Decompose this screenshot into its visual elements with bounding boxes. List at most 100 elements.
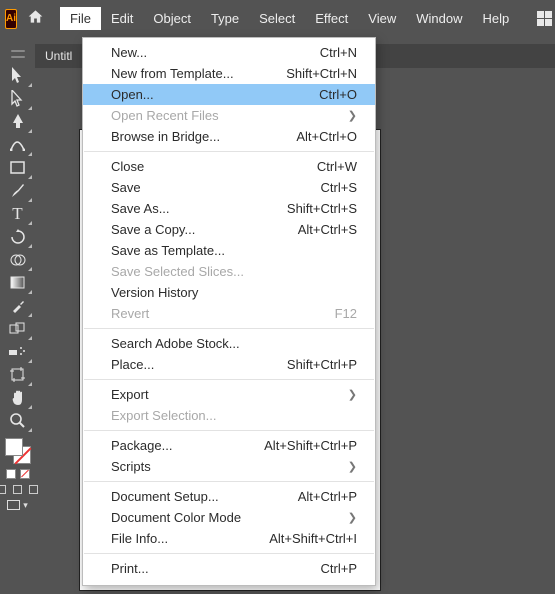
fill-stroke-swatches[interactable] [3,436,33,466]
menuitem-shortcut: Ctrl+S [321,180,357,195]
menuitem-label: Open Recent Files [111,108,219,123]
screen-mode-button[interactable]: ▾ [7,500,28,511]
menuitem-save-a-copy[interactable]: Save a Copy...Alt+Ctrl+S [83,219,375,240]
menuitem-version-history[interactable]: Version History [83,282,375,303]
menu-separator [84,151,374,152]
menuitem-label: Package... [111,438,172,453]
tool-gradient[interactable] [3,271,33,294]
menuitem-browse-in-bridge[interactable]: Browse in Bridge...Alt+Ctrl+O [83,126,375,147]
menuitem-save[interactable]: Save Ctrl+S [83,177,375,198]
menuitem-shortcut: Ctrl+P [321,561,357,576]
menu-select[interactable]: Select [249,7,305,30]
menuitem-close[interactable]: CloseCtrl+W [83,156,375,177]
menuitem-shortcut: Alt+Ctrl+S [298,222,357,237]
menuitem-shortcut: Alt+Shift+Ctrl+I [269,531,357,546]
menuitem-place[interactable]: Place... Shift+Ctrl+P [83,354,375,375]
menuitem-shortcut: Shift+Ctrl+N [286,66,357,81]
home-icon[interactable] [27,9,44,29]
toolbox-grip-icon[interactable] [11,56,25,58]
menuitem-shortcut: Ctrl+N [320,45,357,60]
menuitem-revert: Revert F12 [83,303,375,324]
menuitem-label: New... [111,45,147,60]
menuitem-file-info[interactable]: File Info... Alt+Shift+Ctrl+I [83,528,375,549]
submenu-arrow-icon: ❯ [348,388,357,401]
tool-artboard[interactable] [3,363,33,386]
tool-curvature[interactable] [3,133,33,156]
menuitem-save-selected-slices: Save Selected Slices... [83,261,375,282]
menu-view[interactable]: View [358,7,406,30]
menuitem-save-as-template[interactable]: Save as Template... [83,240,375,261]
tool-type[interactable]: T [3,202,33,225]
tool-paintbrush[interactable] [3,179,33,202]
menuitem-label: Place... [111,357,154,372]
menuitem-label: Document Setup... [111,489,219,504]
tool-shape-builder[interactable] [3,248,33,271]
app-badge: Ai [5,9,17,29]
menuitem-label: Close [111,159,144,174]
draw-modes[interactable] [0,485,38,494]
tool-symbol-sprayer[interactable] [3,340,33,363]
menuitem-document-setup[interactable]: Document Setup... Alt+Ctrl+P [83,486,375,507]
menu-separator [84,379,374,380]
menuitem-search-adobe-stock[interactable]: Search Adobe Stock... [83,333,375,354]
menuitem-shortcut: Shift+Ctrl+S [287,201,357,216]
tool-blend[interactable] [3,317,33,340]
menu-effect[interactable]: Effect [305,7,358,30]
menuitem-label: Scripts [111,459,151,474]
menuitem-label: Search Adobe Stock... [111,336,240,351]
menu-separator [84,553,374,554]
menu-type[interactable]: Type [201,7,249,30]
menu-edit[interactable]: Edit [101,7,143,30]
menubar: Ai FileEditObjectTypeSelectEffectViewWin… [0,0,555,37]
menuitem-shortcut: Ctrl+O [319,87,357,102]
file-menu-dropdown: New... Ctrl+N New from Template... Shift+Ct… [82,37,376,586]
toolbox-grip-icon[interactable] [11,50,25,52]
menuitem-label: File Info... [111,531,168,546]
menuitem-export-selection: Export Selection... [83,405,375,426]
tool-rectangle[interactable] [3,156,33,179]
menuitem-label: Export [111,387,149,402]
menuitem-document-color-mode[interactable]: Document Color Mode❯ [83,507,375,528]
menuitem-new-from-template[interactable]: New from Template... Shift+Ctrl+N [83,63,375,84]
menuitem-label: Save Selected Slices... [111,264,244,279]
tool-eyedropper[interactable] [3,294,33,317]
tool-hand[interactable] [3,386,33,409]
menuitem-scripts[interactable]: Scripts ❯ [83,456,375,477]
menuitem-open[interactable]: Open... Ctrl+O [83,84,375,105]
menuitem-print[interactable]: Print... Ctrl+P [83,558,375,579]
menu-items: FileEditObjectTypeSelectEffectViewWindow… [60,7,519,30]
menuitem-new[interactable]: New... Ctrl+N [83,42,375,63]
menu-window[interactable]: Window [406,7,472,30]
menuitem-export[interactable]: Export ❯ [83,384,375,405]
menuitem-shortcut: Alt+Shift+Ctrl+P [264,438,357,453]
menuitem-label: New from Template... [111,66,234,81]
tool-selection[interactable] [3,64,33,87]
tool-direct-selection[interactable] [3,87,33,110]
submenu-arrow-icon: ❯ [348,460,357,473]
menuitem-label: Version History [111,285,198,300]
tool-pen[interactable] [3,110,33,133]
toolbox: T ▾ [0,44,35,594]
menu-help[interactable]: Help [472,7,519,30]
menuitem-label: Open... [111,87,154,102]
tool-rotate[interactable] [3,225,33,248]
menuitem-shortcut: F12 [335,306,357,321]
menuitem-package[interactable]: Package... Alt+Shift+Ctrl+P [83,435,375,456]
menu-file[interactable]: File [60,7,101,30]
menuitem-shortcut: Alt+Ctrl+P [298,489,357,504]
menuitem-shortcut: Alt+Ctrl+O [296,129,357,144]
tool-zoom[interactable] [3,409,33,432]
menuitem-label: Revert [111,306,149,321]
default-fill-stroke-icon[interactable] [3,469,33,479]
menu-separator [84,328,374,329]
menu-object[interactable]: Object [143,7,201,30]
menuitem-label: Export Selection... [111,408,217,423]
menu-separator [84,481,374,482]
menuitem-label: Print... [111,561,149,576]
menu-separator [84,430,374,431]
menuitem-save-as[interactable]: Save As...Shift+Ctrl+S [83,198,375,219]
menuitem-label: Document Color Mode [111,510,241,525]
workspace-switcher[interactable]: ▾ [531,9,555,28]
menuitem-shortcut: Shift+Ctrl+P [287,357,357,372]
menuitem-label: Save [111,180,141,195]
